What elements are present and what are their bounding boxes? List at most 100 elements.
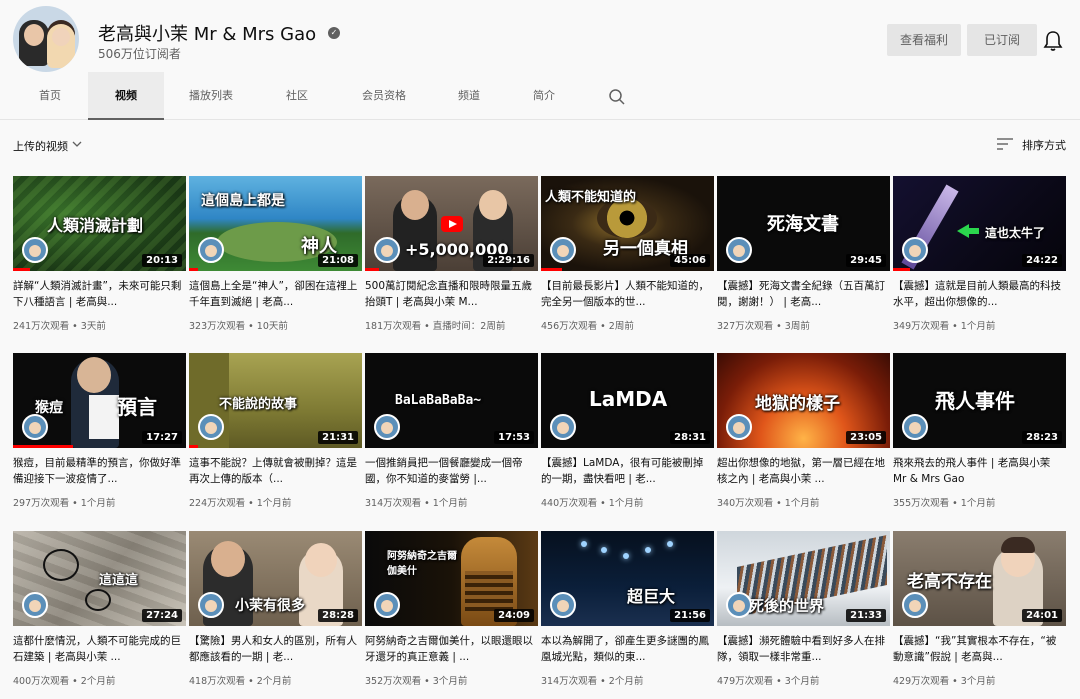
- video-thumbnail[interactable]: 飛人事件 28:23: [893, 353, 1066, 448]
- thumbnail-caption: 這個島上都是: [201, 193, 285, 209]
- video-thumbnail[interactable]: 死海文書 29:45: [717, 176, 890, 271]
- video-thumbnail[interactable]: +5,000,000 2:29:16: [365, 176, 538, 271]
- sort-by-button[interactable]: 排序方式: [1022, 137, 1066, 153]
- video-thumbnail[interactable]: 小茉有很多 28:28: [189, 531, 362, 626]
- video-duration: 24:09: [494, 609, 534, 622]
- video-duration: 27:24: [142, 609, 182, 622]
- thumbnail-caption: 死海文書: [767, 214, 839, 235]
- video-thumbnail[interactable]: 超巨大 21:56: [541, 531, 714, 626]
- video-meta: 314万次观看 • 2个月前: [541, 676, 644, 687]
- video-title[interactable]: 【震撼】死海文書全紀錄（五百萬訂閱，謝謝！） | 老高...: [717, 278, 887, 310]
- video-card[interactable]: LaMDA 28:31 【震撼】LaMDA，很有可能被刪掉的一期，盡快看吧 | …: [541, 353, 714, 513]
- channel-watermark-avatar: [22, 592, 48, 618]
- video-card[interactable]: 這個島上都是 神人 21:08 這個島上全是“神人”，卻困在這裡上千年直到滅絕 …: [189, 176, 362, 336]
- channel-watermark-avatar: [198, 592, 224, 618]
- thumbnail-caption: 死後的世界: [749, 597, 825, 615]
- tab-membership[interactable]: 会员资格: [348, 72, 420, 120]
- video-card[interactable]: 超巨大 21:56 本以為解開了，卻產生更多謎團的鳳凰城光點，類似的東... 3…: [541, 531, 714, 691]
- video-thumbnail[interactable]: 人類消滅計劃 20:13: [13, 176, 186, 271]
- video-thumbnail[interactable]: 人類不能知道的 另一個真相 45:06: [541, 176, 714, 271]
- tab-community[interactable]: 社区: [268, 72, 326, 120]
- uploads-dropdown[interactable]: 上传的视频: [13, 138, 68, 154]
- channel-watermark-avatar: [374, 237, 400, 263]
- tab-channels[interactable]: 频道: [440, 72, 498, 120]
- video-meta: 327万次观看 • 3周前: [717, 321, 810, 332]
- video-meta: 314万次观看 • 1个月前: [365, 498, 468, 509]
- watch-progress-bar: [13, 445, 73, 448]
- video-card[interactable]: 小茉有很多 28:28 【驚險】男人和女人的區別，所有人都應該看的一期 | 老.…: [189, 531, 362, 691]
- subscribed-button[interactable]: 已订阅: [967, 24, 1037, 56]
- video-card[interactable]: 人類不能知道的 另一個真相 45:06 【目前最長影片】人類不能知道的，完全另一…: [541, 176, 714, 336]
- video-title[interactable]: 超出你想像的地獄，第一層已經在地核之內 | 老高與小茉 ...: [717, 455, 887, 487]
- video-meta: 241万次观看 • 3天前: [13, 321, 106, 332]
- video-thumbnail[interactable]: 阿努納奇之吉爾伽美什 24:09: [365, 531, 538, 626]
- video-card[interactable]: 這也太牛了 24:22 【震撼】這就是目前人類最高的科技水平，超出你想像的...…: [893, 176, 1066, 336]
- video-card[interactable]: 阿努納奇之吉爾伽美什 24:09 阿努納奇之吉爾伽美什，以眼還眼以牙還牙的真正意…: [365, 531, 538, 691]
- channel-watermark-avatar: [902, 592, 928, 618]
- video-card[interactable]: 死海文書 29:45 【震撼】死海文書全紀錄（五百萬訂閱，謝謝！） | 老高..…: [717, 176, 890, 336]
- video-title[interactable]: 【震撼】這就是目前人類最高的科技水平，超出你想像的...: [893, 278, 1063, 310]
- video-thumbnail[interactable]: 猴痘 預言 17:27: [13, 353, 186, 448]
- video-card[interactable]: 不能說的故事 21:31 這事不能說？上傳就會被刪掉？這是再次上傳的版本（...…: [189, 353, 362, 513]
- video-card[interactable]: 死後的世界 21:33 【震撼】瀕死體驗中看到好多人在排隊，領取一樣非常重...…: [717, 531, 890, 691]
- video-duration: 21:08: [318, 254, 358, 267]
- video-card[interactable]: 地獄的樣子 23:05 超出你想像的地獄，第一層已經在地核之內 | 老高與小茉 …: [717, 353, 890, 513]
- channel-avatar[interactable]: [13, 6, 79, 72]
- video-meta: 323万次观看 • 10天前: [189, 321, 288, 332]
- thumbnail-caption: 人類消滅計劃: [47, 216, 144, 235]
- video-thumbnail[interactable]: 這這這 27:24: [13, 531, 186, 626]
- video-card[interactable]: BaLaBaBaBa~ 17:53 一個推銷員把一個餐廳變成一個帝國，你不知道的…: [365, 353, 538, 513]
- watch-progress-bar: [893, 268, 910, 271]
- video-card[interactable]: 這這這 27:24 這都什麼情況，人類不可能完成的巨石建築 | 老高與小茉 ..…: [13, 531, 186, 691]
- video-duration: 20:13: [142, 254, 182, 267]
- video-thumbnail[interactable]: 這個島上都是 神人 21:08: [189, 176, 362, 271]
- view-perks-button[interactable]: 查看福利: [887, 24, 961, 56]
- video-title[interactable]: 飛來飛去的飛人事件 | 老高與小茉 Mr & Mrs Gao: [893, 455, 1063, 487]
- sort-icon[interactable]: [997, 138, 1013, 150]
- video-title[interactable]: 【震撼】“我”其實根本不存在，“被動意識”假說 | 老高與...: [893, 633, 1063, 665]
- tab-playlists[interactable]: 播放列表: [176, 72, 246, 120]
- video-card[interactable]: 老高不存在 24:01 【震撼】“我”其實根本不存在，“被動意識”假說 | 老高…: [893, 531, 1066, 691]
- video-thumbnail[interactable]: 老高不存在 24:01: [893, 531, 1066, 626]
- video-title[interactable]: 這事不能說？上傳就會被刪掉？這是再次上傳的版本（...: [189, 455, 359, 487]
- video-title[interactable]: 這個島上全是“神人”，卻困在這裡上千年直到滅絕 | 老高...: [189, 278, 359, 310]
- video-duration: 17:53: [494, 431, 534, 444]
- video-card[interactable]: +5,000,000 2:29:16 500萬訂閱紀念直播和限時限量五歲抬頭T …: [365, 176, 538, 336]
- channel-tabs: 首页 视频 播放列表 社区 会员资格 频道 简介: [0, 72, 1080, 120]
- video-thumbnail[interactable]: BaLaBaBaBa~ 17:53: [365, 353, 538, 448]
- video-thumbnail[interactable]: 死後的世界 21:33: [717, 531, 890, 626]
- video-title[interactable]: 500萬訂閱紀念直播和限時限量五歲抬頭T | 老高與小茉 M...: [365, 278, 535, 310]
- channel-watermark-avatar: [198, 237, 224, 263]
- bell-icon[interactable]: [1043, 30, 1063, 52]
- video-title[interactable]: 本以為解開了，卻產生更多謎團的鳳凰城光點，類似的東...: [541, 633, 711, 665]
- video-duration: 21:56: [670, 609, 710, 622]
- video-card[interactable]: 人類消滅計劃 20:13 詳解“人類消滅計畫”，未來可能只剩下八種語言 | 老高…: [13, 176, 186, 336]
- tab-videos[interactable]: 视频: [88, 72, 164, 120]
- video-title[interactable]: 猴痘，目前最精準的預言，你做好準備迎接下一波疫情了...: [13, 455, 183, 487]
- thumbnail-caption: 超巨大: [627, 587, 676, 606]
- thumbnail-caption: 小茉有很多: [235, 598, 305, 614]
- video-title[interactable]: 這都什麼情況，人類不可能完成的巨石建築 | 老高與小茉 ...: [13, 633, 183, 665]
- channel-watermark-avatar: [902, 414, 928, 440]
- video-thumbnail[interactable]: 不能說的故事 21:31: [189, 353, 362, 448]
- video-title[interactable]: 【震撼】瀕死體驗中看到好多人在排隊，領取一樣非常重...: [717, 633, 887, 665]
- video-title[interactable]: 阿努納奇之吉爾伽美什，以眼還眼以牙還牙的真正意義 | ...: [365, 633, 535, 665]
- tab-about[interactable]: 简介: [516, 72, 572, 120]
- video-card[interactable]: 飛人事件 28:23 飛來飛去的飛人事件 | 老高與小茉 Mr & Mrs Ga…: [893, 353, 1066, 513]
- video-thumbnail[interactable]: LaMDA 28:31: [541, 353, 714, 448]
- video-title[interactable]: 【驚險】男人和女人的區別，所有人都應該看的一期 | 老...: [189, 633, 359, 665]
- video-thumbnail[interactable]: 這也太牛了 24:22: [893, 176, 1066, 271]
- video-title[interactable]: 【目前最長影片】人類不能知道的，完全另一個版本的世...: [541, 278, 711, 310]
- video-duration: 21:33: [846, 609, 886, 622]
- video-card[interactable]: 猴痘 預言 17:27 猴痘，目前最精準的預言，你做好準備迎接下一波疫情了...…: [13, 353, 186, 513]
- search-icon[interactable]: [608, 88, 626, 106]
- video-duration: 24:22: [1022, 254, 1062, 267]
- channel-watermark-avatar: [726, 414, 752, 440]
- video-title[interactable]: 一個推銷員把一個餐廳變成一個帝國，你不知道的麥當勞 |...: [365, 455, 535, 487]
- chevron-down-icon[interactable]: [71, 139, 83, 149]
- video-thumbnail[interactable]: 地獄的樣子 23:05: [717, 353, 890, 448]
- video-meta: 440万次观看 • 1个月前: [541, 498, 644, 509]
- tab-home[interactable]: 首页: [18, 72, 82, 120]
- video-title[interactable]: 【震撼】LaMDA，很有可能被刪掉的一期，盡快看吧 | 老...: [541, 455, 711, 487]
- video-title[interactable]: 詳解“人類消滅計畫”，未來可能只剩下八種語言 | 老高與...: [13, 278, 183, 310]
